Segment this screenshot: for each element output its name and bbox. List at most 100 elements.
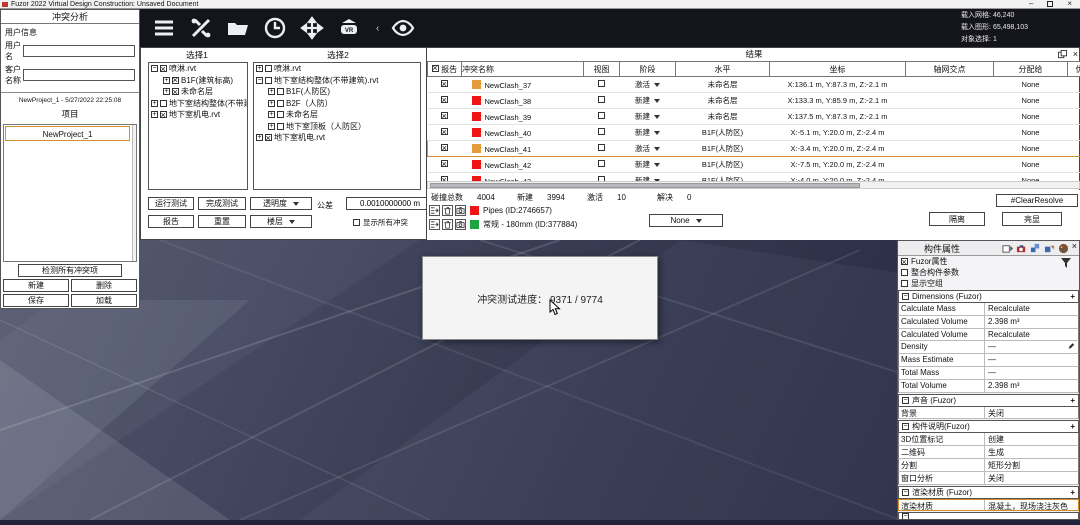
collapse-icon[interactable]: −: [902, 489, 909, 496]
property-key[interactable]: Calculated Volume: [899, 316, 985, 328]
property-value[interactable]: —: [985, 367, 1078, 379]
stage-dropdown[interactable]: 新建: [620, 109, 676, 125]
report-checkbox[interactable]: [441, 96, 448, 103]
finish-test-button[interactable]: 完成测试: [198, 197, 246, 210]
property-key[interactable]: 渲染材质: [899, 500, 985, 511]
expand-icon[interactable]: +: [151, 111, 158, 118]
property-value[interactable]: 混凝土，现场浇注灰色: [985, 500, 1078, 511]
float-panel-icon[interactable]: [1058, 50, 1067, 59]
tree-checkbox[interactable]: [265, 65, 272, 72]
expand-icon[interactable]: +: [268, 123, 275, 130]
property-row[interactable]: Calculated VolumeRecalculate: [898, 329, 1079, 342]
expand-icon[interactable]: +: [151, 100, 158, 107]
property-row[interactable]: Density—: [898, 341, 1079, 354]
tree-checkbox[interactable]: [172, 88, 179, 95]
delete-item-button-icon[interactable]: [442, 219, 453, 230]
collapse-icon[interactable]: −: [902, 397, 909, 404]
property-key[interactable]: Mass Estimate: [899, 354, 985, 366]
copy-properties-icon[interactable]: [1002, 243, 1013, 254]
property-key[interactable]: 分割: [899, 459, 985, 471]
new-button[interactable]: 新建: [3, 279, 69, 292]
save-button[interactable]: 保存: [3, 294, 69, 307]
transparency-dropdown[interactable]: 透明度: [250, 197, 312, 210]
property-section-header[interactable]: −声音 (Fuzor)+: [898, 394, 1079, 407]
goto-item-button-icon[interactable]: [429, 205, 440, 216]
maximize-button[interactable]: [1047, 1, 1053, 7]
customer-input[interactable]: [23, 69, 135, 81]
tree-checkbox[interactable]: [160, 65, 167, 72]
view-checkbox[interactable]: [598, 80, 605, 87]
reset-button[interactable]: 重置: [198, 215, 246, 228]
tree-checkbox[interactable]: [265, 77, 272, 84]
view-checkbox[interactable]: [598, 160, 605, 167]
tree-item[interactable]: +地下室顶板（人防区）: [254, 121, 420, 133]
highlight-button[interactable]: 亮显: [1002, 212, 1062, 226]
property-value[interactable]: —: [985, 341, 1078, 353]
property-value[interactable]: Recalculate: [985, 329, 1078, 341]
report-checkbox[interactable]: [441, 112, 448, 119]
schedule-clock-icon[interactable]: [262, 15, 288, 41]
property-row[interactable]: Mass Estimate—: [898, 354, 1079, 367]
show-all-clashes-toggle[interactable]: 显示所有冲突: [353, 217, 408, 228]
property-row[interactable]: Calculated Volume2.398 m³: [898, 316, 1079, 329]
expand-icon[interactable]: +: [163, 88, 170, 95]
property-key[interactable]: Calculate Mass: [899, 303, 985, 315]
run-test-button[interactable]: 运行测试: [148, 197, 194, 210]
menu-icon[interactable]: [151, 15, 177, 41]
property-key[interactable]: Density: [899, 341, 985, 353]
property-key[interactable]: 窗口分析: [899, 472, 985, 484]
collapse-icon[interactable]: −: [151, 65, 158, 72]
load-button[interactable]: 加载: [71, 294, 137, 307]
property-value[interactable]: 关闭: [985, 407, 1078, 419]
collapse-icon[interactable]: −: [256, 77, 263, 84]
tree-checkbox[interactable]: [277, 111, 284, 118]
tree-item[interactable]: +地下室机电.rvt: [254, 132, 420, 144]
project-list-item[interactable]: NewProject_1: [5, 126, 130, 141]
view-checkbox[interactable]: [598, 96, 605, 103]
selection2-tree[interactable]: +喷淋.rvt−地下室结构整体(不带建筑).rvt+B1F(人防区)+B2F（人…: [253, 62, 421, 190]
report-checkbox[interactable]: [441, 160, 448, 167]
property-row[interactable]: Calculate MassRecalculate: [898, 303, 1079, 316]
merge-parameters-checkbox[interactable]: [901, 269, 908, 276]
view-checkbox[interactable]: [598, 144, 605, 151]
tree-item[interactable]: −地下室结构整体(不带建筑).rvt: [254, 75, 420, 87]
delete-button[interactable]: 删除: [71, 279, 137, 292]
property-key[interactable]: 二维码: [899, 446, 985, 458]
snapshot-item-button-icon[interactable]: [455, 219, 466, 230]
tree-checkbox[interactable]: [172, 77, 179, 84]
clash-row[interactable]: NewClash_43新建B1F(人防区)X:-4.0 m, Y:20.0 m,…: [428, 173, 1080, 182]
assigned-dropdown[interactable]: None: [649, 214, 723, 227]
edit-pencil-icon[interactable]: [1067, 342, 1075, 352]
folder-icon[interactable]: [225, 15, 251, 41]
paint-palette-icon[interactable]: [1058, 243, 1069, 254]
floor-dropdown[interactable]: 楼层: [250, 215, 312, 228]
expand-icon[interactable]: +: [256, 134, 263, 141]
tree-checkbox[interactable]: [277, 88, 284, 95]
isolate-button[interactable]: 隔离: [929, 212, 985, 226]
view-checkbox[interactable]: [598, 112, 605, 119]
clash-row[interactable]: NewClash_40新建B1F(人防区)X:-5.1 m, Y:20.0 m,…: [428, 125, 1080, 141]
property-row[interactable]: 分割矩形分割: [898, 459, 1079, 472]
property-key[interactable]: Total Volume: [899, 380, 985, 392]
clash-row[interactable]: NewClash_42新建B1F(人防区)X:-7.5 m, Y:20.0 m,…: [428, 157, 1080, 173]
property-row[interactable]: Total Mass—: [898, 367, 1079, 380]
property-row[interactable]: 窗口分析关闭: [898, 472, 1079, 485]
tree-checkbox[interactable]: [277, 123, 284, 130]
property-key[interactable]: 3D位置标记: [899, 433, 985, 445]
property-value[interactable]: 生成: [985, 446, 1078, 458]
tree-item[interactable]: +地下室结构整体(不带建筑).rvt: [149, 98, 247, 110]
clash-row[interactable]: NewClash_41激活B1F(人防区)X:-3.4 m, Y:20.0 m,…: [428, 141, 1080, 157]
collapse-icon[interactable]: −: [902, 423, 909, 430]
delete-item-button-icon[interactable]: [442, 205, 453, 216]
export-component-icon[interactable]: [1044, 243, 1055, 254]
tree-item[interactable]: +B1F(建筑标高): [149, 75, 247, 87]
property-row[interactable]: 二维码生成: [898, 446, 1079, 459]
stage-dropdown[interactable]: 新建: [620, 157, 676, 173]
show-all-checkbox[interactable]: [353, 219, 360, 226]
stage-dropdown[interactable]: 激活: [620, 141, 676, 157]
tree-item[interactable]: +B2F（人防）: [254, 98, 420, 110]
stage-dropdown[interactable]: 新建: [620, 93, 676, 109]
tree-item[interactable]: +未命名层: [149, 86, 247, 98]
report-button[interactable]: 报告: [148, 215, 194, 228]
stage-dropdown[interactable]: 新建: [620, 125, 676, 141]
